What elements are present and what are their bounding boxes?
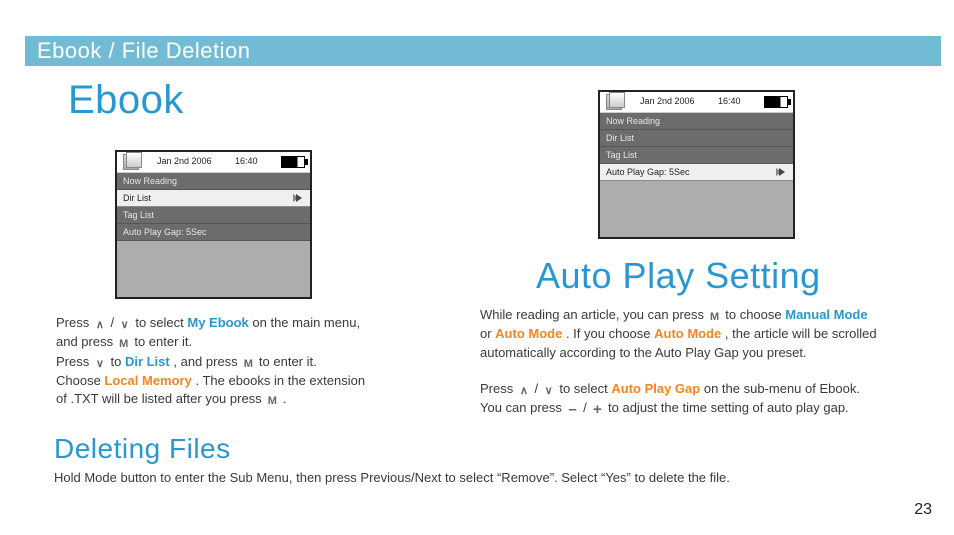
text: to [110,354,124,369]
text: . If you choose [566,326,654,341]
text: , and press [173,354,241,369]
battery-icon [764,96,788,108]
device-row-auto-play-gap: Auto Play Gap: 5Sec [600,164,793,181]
text: Press [56,354,93,369]
text: While reading an article, you can press [480,307,708,322]
device-row-now-reading: Now Reading [600,113,793,130]
text: / [534,381,541,396]
text: You can press [480,400,566,415]
text: on the main menu, [252,315,360,330]
device-statusbar: Jan 2nd 2006 16:40 [600,92,793,113]
text: Press [480,381,517,396]
text: to select [135,315,187,330]
deleting-paragraph: Hold Mode button to enter the Sub Menu, … [54,469,774,487]
text: of .TXT will be listed after you press [56,391,265,406]
device-time: 16:40 [235,156,258,166]
keyword-auto-mode: Auto Mode [495,326,562,341]
device-row-now-reading: Now Reading [117,173,310,190]
text: to choose [725,307,785,322]
device-statusbar: Jan 2nd 2006 16:40 [117,152,310,173]
page-number: 23 [914,501,932,519]
text: Choose [56,373,104,388]
keyword-my-ebook: My Ebook [187,315,248,330]
text: . [283,391,287,406]
device-screenshot-ebook: Jan 2nd 2006 16:40 Now Reading Dir List … [115,150,312,299]
text: and press [56,334,117,349]
text: / [583,400,590,415]
device-row-dir-list: Dir List [600,130,793,147]
up-icon: ∧ [517,384,531,399]
text: , the article will be scrolled [725,326,877,341]
device-row-tag-list: Tag List [117,207,310,224]
down-icon: ∨ [93,357,107,372]
heading-deleting-files: Deleting Files [54,433,231,465]
text: on the sub-menu of Ebook. [704,381,860,396]
device-screenshot-autoplay: Jan 2nd 2006 16:40 Now Reading Dir List … [598,90,795,239]
plus-icon: + [590,399,604,420]
ebook-paragraph: Press ∧ / ∨ to select My Ebook on the ma… [56,314,441,410]
keyword-auto-play-gap: Auto Play Gap [611,381,700,396]
text: to adjust the time setting of auto play … [608,400,849,415]
section-banner: Ebook / File Deletion [25,36,941,66]
device-time: 16:40 [718,96,741,106]
device-date: Jan 2nd 2006 [157,156,212,166]
text: automatically according to the Auto Play… [480,345,807,360]
text: . The ebooks in the extension [195,373,365,388]
m-icon: M [241,357,255,372]
device-row-auto-play-gap: Auto Play Gap: 5Sec [117,224,310,241]
heading-ebook: Ebook [68,78,184,123]
down-icon: ∨ [542,384,556,399]
text: to enter it. [259,354,317,369]
up-icon: ∧ [93,318,107,333]
battery-icon [281,156,305,168]
keyword-local-memory: Local Memory [104,373,191,388]
autoplay-paragraph: While reading an article, you can press … [480,306,930,420]
text: / [110,315,117,330]
section-banner-title: Ebook / File Deletion [37,38,251,63]
text: or [480,326,495,341]
folders-icon [606,94,622,110]
m-icon: M [708,310,722,325]
device-date: Jan 2nd 2006 [640,96,695,106]
text: to select [559,381,611,396]
minus-icon: – [566,399,580,420]
keyword-dir-list: Dir List [125,354,170,369]
m-icon: M [117,337,131,352]
down-icon: ∨ [118,318,132,333]
device-row-tag-list: Tag List [600,147,793,164]
heading-autoplay: Auto Play Setting [536,255,821,297]
m-icon: M [265,394,279,409]
text: Press [56,315,93,330]
keyword-manual-mode: Manual Mode [785,307,867,322]
device-row-dir-list: Dir List [117,190,310,207]
folders-icon [123,154,139,170]
text: to enter it. [134,334,192,349]
keyword-auto-mode: Auto Mode [654,326,721,341]
